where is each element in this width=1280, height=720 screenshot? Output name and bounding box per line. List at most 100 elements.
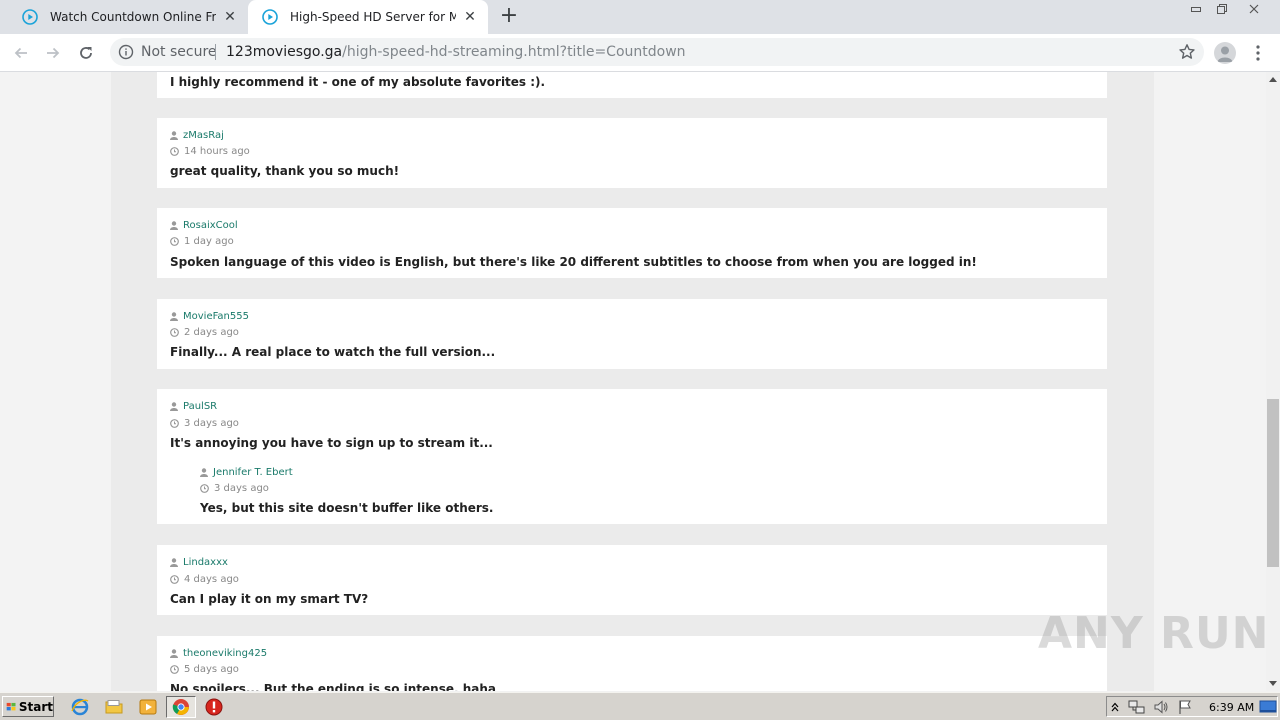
show-desktop-icon[interactable] xyxy=(1259,699,1277,715)
timestamp-text: 3 days ago xyxy=(184,418,239,429)
volume-icon[interactable] xyxy=(1153,699,1169,715)
timestamp-text: 2 days ago xyxy=(184,327,239,338)
url-path: /high-speed-hd-streaming.html?title=Coun… xyxy=(342,44,686,60)
timestamp-text: 4 days ago xyxy=(184,574,239,585)
taskbar-clock[interactable]: 6:39 AM xyxy=(1209,701,1254,714)
clock-icon xyxy=(170,147,179,156)
clock-icon xyxy=(170,575,179,584)
chrome-icon xyxy=(172,699,189,715)
reload-button[interactable] xyxy=(74,41,98,65)
tab-title: Watch Countdown Online Free at 12 xyxy=(50,10,216,24)
new-tab-button[interactable]: + xyxy=(497,5,521,29)
user-icon xyxy=(170,649,178,658)
comment-author[interactable]: zMasRaj xyxy=(170,130,224,141)
comment-author[interactable]: RosaixCool xyxy=(170,220,238,231)
tab-watch-countdown[interactable]: Watch Countdown Online Free at 12 ✕ xyxy=(8,0,248,34)
comment-timestamp: 4 days ago xyxy=(170,574,239,585)
network-icon[interactable] xyxy=(1128,699,1146,715)
chrome-taskbar-button[interactable] xyxy=(166,696,196,718)
close-window-icon[interactable] xyxy=(1240,0,1268,18)
user-icon xyxy=(170,131,178,140)
comment-card: zMasRaj 14 hours ago great quality, than… xyxy=(157,118,1107,188)
profile-avatar-icon[interactable] xyxy=(1214,42,1236,64)
comment-card: RosaixCool 1 day ago Spoken language of … xyxy=(157,208,1107,278)
comment-author[interactable]: Lindaxxx xyxy=(170,557,228,568)
scroll-up-arrow-icon[interactable] xyxy=(1266,72,1280,86)
timestamp-text: 5 days ago xyxy=(184,664,239,675)
reply-text: Yes, but this site doesn't buffer like o… xyxy=(200,501,494,515)
tab-high-speed-server[interactable]: High-Speed HD Server for Movie and ✕ xyxy=(248,0,488,34)
author-name[interactable]: Lindaxxx xyxy=(183,557,228,568)
media-player-icon[interactable] xyxy=(138,697,158,717)
comment-card: I highly recommend it - one of my absolu… xyxy=(157,72,1107,98)
author-name[interactable]: MovieFan555 xyxy=(183,311,249,322)
comment-card: PaulSR 3 days ago It's annoying you have… xyxy=(157,389,1107,524)
comment-card: theoneviking425 5 days ago No spoilers..… xyxy=(157,636,1107,691)
reply-timestamp: 3 days ago xyxy=(200,483,269,494)
close-tab-icon[interactable]: ✕ xyxy=(222,9,238,25)
tab-strip: Watch Countdown Online Free at 12 ✕ High… xyxy=(0,0,1280,34)
close-tab-icon[interactable]: ✕ xyxy=(462,9,478,25)
comment-text: No spoilers... But the ending is so inte… xyxy=(170,682,496,691)
comment-text: Can I play it on my smart TV? xyxy=(170,592,369,606)
start-label: Start xyxy=(18,699,53,714)
author-name[interactable]: RosaixCool xyxy=(183,220,238,231)
comment-timestamp: 1 day ago xyxy=(170,236,234,247)
comment-author[interactable]: PaulSR xyxy=(170,401,217,412)
user-icon xyxy=(170,312,178,321)
comment-card: MovieFan555 2 days ago Finally... A real… xyxy=(157,299,1107,369)
scrollbar-thumb[interactable] xyxy=(1267,399,1279,567)
author-name[interactable]: zMasRaj xyxy=(183,130,224,141)
vertical-scrollbar[interactable] xyxy=(1266,72,1280,691)
start-button[interactable]: Start xyxy=(2,696,54,717)
address-bar[interactable]: Not secure 123moviesgo.ga/high-speed-hd-… xyxy=(110,38,1204,66)
play-circle-icon xyxy=(22,9,38,25)
back-button[interactable] xyxy=(9,41,33,65)
forward-button[interactable] xyxy=(41,41,65,65)
comment-author[interactable]: MovieFan555 xyxy=(170,311,249,322)
comment-timestamp: 14 hours ago xyxy=(170,146,250,157)
clock-icon xyxy=(200,484,209,493)
author-name[interactable]: Jennifer T. Ebert xyxy=(213,467,293,478)
security-status: Not secure xyxy=(141,44,217,60)
comment-card: Lindaxxx 4 days ago Can I play it on my … xyxy=(157,545,1107,615)
windows-logo-icon xyxy=(6,702,16,710)
play-circle-icon xyxy=(262,9,278,25)
stop-sign-icon[interactable] xyxy=(204,697,224,717)
url-domain: 123moviesgo.ga xyxy=(226,44,343,60)
comment-text: I highly recommend it - one of my absolu… xyxy=(170,75,546,89)
author-name[interactable]: theoneviking425 xyxy=(183,648,267,659)
comment-text: Spoken language of this video is English… xyxy=(170,255,977,269)
comment-text: great quality, thank you so much! xyxy=(170,164,400,178)
clock-icon xyxy=(170,665,179,674)
browser-toolbar: Not secure 123moviesgo.ga/high-speed-hd-… xyxy=(0,34,1280,72)
clock-icon xyxy=(170,419,179,428)
author-name[interactable]: PaulSR xyxy=(183,401,217,412)
minimize-icon[interactable] xyxy=(1182,0,1210,18)
action-center-flag-icon[interactable] xyxy=(1177,699,1193,715)
comment-timestamp: 5 days ago xyxy=(170,664,239,675)
comment-timestamp: 3 days ago xyxy=(170,418,239,429)
reply-author[interactable]: Jennifer T. Ebert xyxy=(200,467,293,478)
user-icon xyxy=(170,402,178,411)
restore-icon[interactable] xyxy=(1208,0,1236,18)
comment-timestamp: 2 days ago xyxy=(170,327,239,338)
address-separator xyxy=(215,44,216,60)
bookmark-star-icon[interactable] xyxy=(1178,43,1196,61)
internet-explorer-icon[interactable] xyxy=(70,697,90,717)
tab-title: High-Speed HD Server for Movie and xyxy=(290,10,456,24)
comment-author[interactable]: theoneviking425 xyxy=(170,648,267,659)
clock-icon xyxy=(170,328,179,337)
taskbar: Start 6:39 AM xyxy=(0,692,1280,720)
more-options-icon[interactable] xyxy=(1250,43,1266,63)
timestamp-text: 14 hours ago xyxy=(184,146,250,157)
show-hidden-icons-icon[interactable] xyxy=(1111,702,1119,712)
comment-text: Finally... A real place to watch the ful… xyxy=(170,345,496,359)
user-icon xyxy=(170,221,178,230)
user-icon xyxy=(170,558,178,567)
info-icon[interactable] xyxy=(118,44,134,60)
user-icon xyxy=(200,468,208,477)
scroll-down-arrow-icon[interactable] xyxy=(1266,677,1280,691)
url-text[interactable]: 123moviesgo.ga/high-speed-hd-streaming.h… xyxy=(226,43,686,61)
folder-icon[interactable] xyxy=(104,697,124,717)
